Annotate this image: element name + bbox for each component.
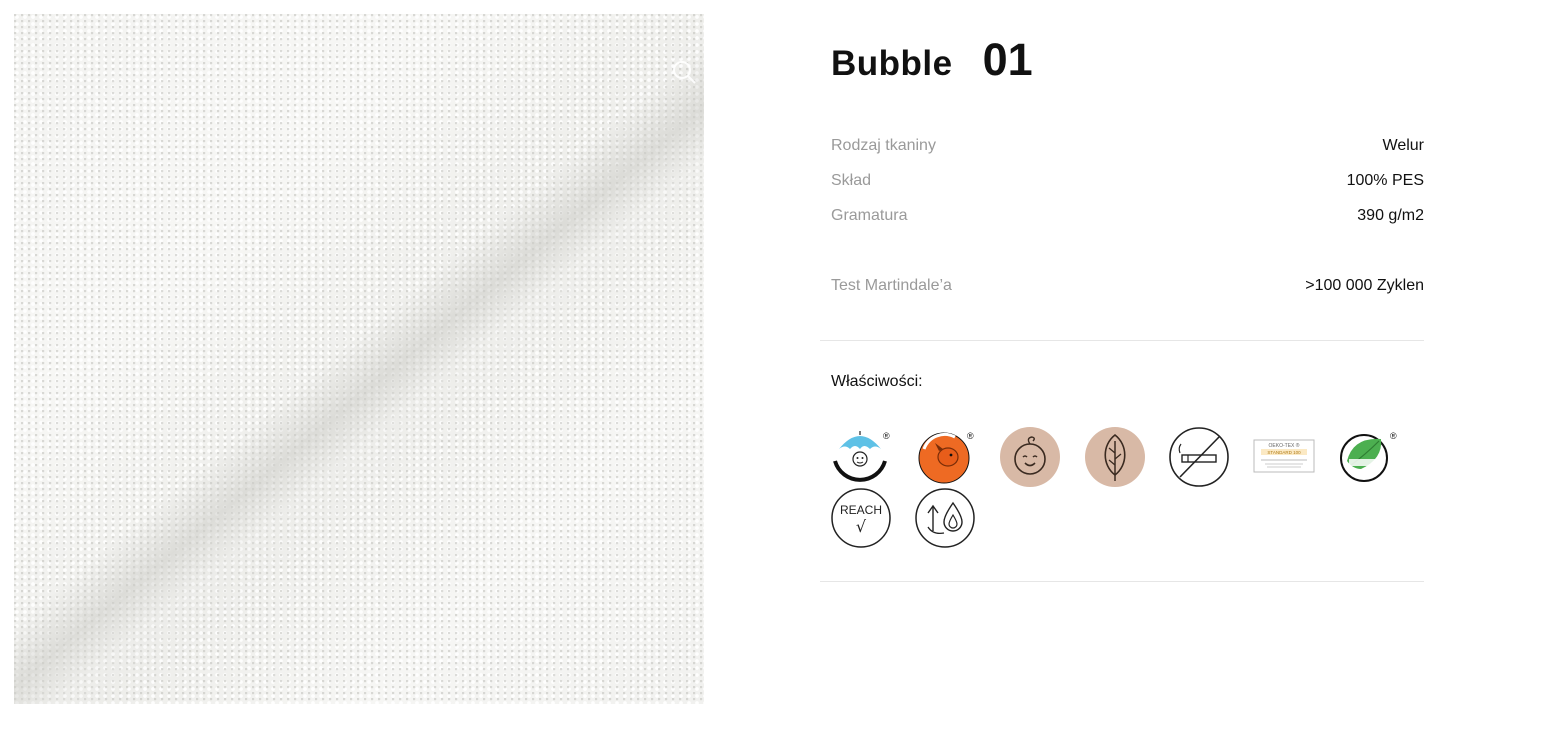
no-smoking-icon xyxy=(1168,425,1230,487)
spec-row: Skład 100% PES xyxy=(831,163,1424,198)
check-mark: √ xyxy=(856,517,867,536)
spec-table: Rodzaj tkaniny Welur Skład 100% PES Gram… xyxy=(831,128,1424,303)
spec-value: Welur xyxy=(1382,137,1425,154)
svg-text:OEKO-TEX ®: OEKO-TEX ® xyxy=(1269,442,1300,449)
spec-row: Gramatura 390 g/m2 xyxy=(831,198,1424,233)
pet-friendly-icon: ® xyxy=(915,425,977,487)
divider xyxy=(820,340,1424,341)
child-safe-umbrella-icon: ® xyxy=(831,425,893,487)
fabric-fold-shading xyxy=(14,14,704,704)
spec-label: Gramatura xyxy=(831,207,908,224)
reach-text: REACH xyxy=(840,503,882,517)
spec-label: Rodzaj tkaniny xyxy=(831,137,936,154)
human-friendly-leaf-icon: ® xyxy=(1337,425,1399,487)
spec-value: 390 g/m2 xyxy=(1357,207,1424,224)
fabric-photo[interactable] xyxy=(14,14,704,704)
oeko-tex-label-icon: OEKO-TEX ® STANDARD 100 xyxy=(1253,439,1315,473)
product-name: Bubble xyxy=(831,44,953,83)
svg-text:®: ® xyxy=(883,431,890,441)
spec-value: >100 000 Zyklen xyxy=(1305,277,1424,294)
spec-value: 100% PES xyxy=(1346,172,1424,189)
properties-heading: Właściwości: xyxy=(831,373,923,390)
svg-text:®: ® xyxy=(1390,431,1397,441)
leaf-icon xyxy=(1084,425,1146,487)
zoom-icon[interactable] xyxy=(670,58,698,86)
svg-text:®: ® xyxy=(967,431,974,441)
spec-row: Rodzaj tkaniny Welur xyxy=(831,128,1424,163)
baby-face-icon xyxy=(999,425,1061,487)
spec-label: Skład xyxy=(831,172,872,189)
svg-text:STANDARD 100: STANDARD 100 xyxy=(1267,450,1301,455)
spec-row: Test Martindale’a >100 000 Zyklen xyxy=(831,268,1424,303)
product-number: 01 xyxy=(982,34,1033,85)
water-repellent-icon xyxy=(915,487,977,549)
reach-check-icon: REACH √ xyxy=(831,487,893,549)
spec-label: Test Martindale’a xyxy=(831,277,952,294)
product-title: Bubble 01 xyxy=(831,34,1033,86)
divider xyxy=(820,581,1424,582)
